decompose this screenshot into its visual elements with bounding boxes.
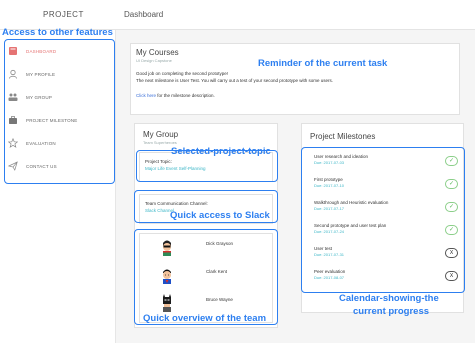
milestone-description-suffix: for the milestone description.: [156, 93, 215, 98]
annotation-calendar-label-line2: current progress: [353, 306, 430, 317]
group-subtitle: Team Superheroes: [143, 140, 177, 145]
top-bar: PROJECT Dashboard: [0, 0, 475, 30]
annotation-features-label: Access to other features: [2, 27, 113, 38]
milestones-title: Project Milestones: [310, 132, 376, 141]
milestone-description-line: Click here for the milestone description…: [136, 93, 215, 100]
page-title: Dashboard: [124, 10, 164, 19]
annotation-team-box: [134, 229, 278, 325]
app-brand: PROJECT: [43, 10, 84, 19]
courses-title: My Courses: [136, 48, 179, 57]
courses-subtitle: UI Design Capstone: [136, 58, 172, 63]
annotation-slack-box: [134, 190, 278, 223]
courses-message-line-2: The next milestone is User Test. You wil…: [136, 78, 334, 83]
annotation-reminder-label: Reminder of the current task: [258, 58, 388, 69]
group-title: My Group: [143, 130, 179, 139]
courses-card: My Courses UI Design Capstone Good job o…: [130, 43, 460, 115]
annotation-calendar-label-line1: Calendar-showing-the: [339, 293, 439, 304]
annotation-calendar-box: [301, 147, 465, 293]
annotation-topic-box: [136, 150, 278, 182]
annotation-sidebar-box: [4, 39, 115, 184]
milestone-description-link[interactable]: Click here: [136, 93, 156, 98]
courses-message-line-1: Good job on completing the second protot…: [136, 71, 229, 76]
